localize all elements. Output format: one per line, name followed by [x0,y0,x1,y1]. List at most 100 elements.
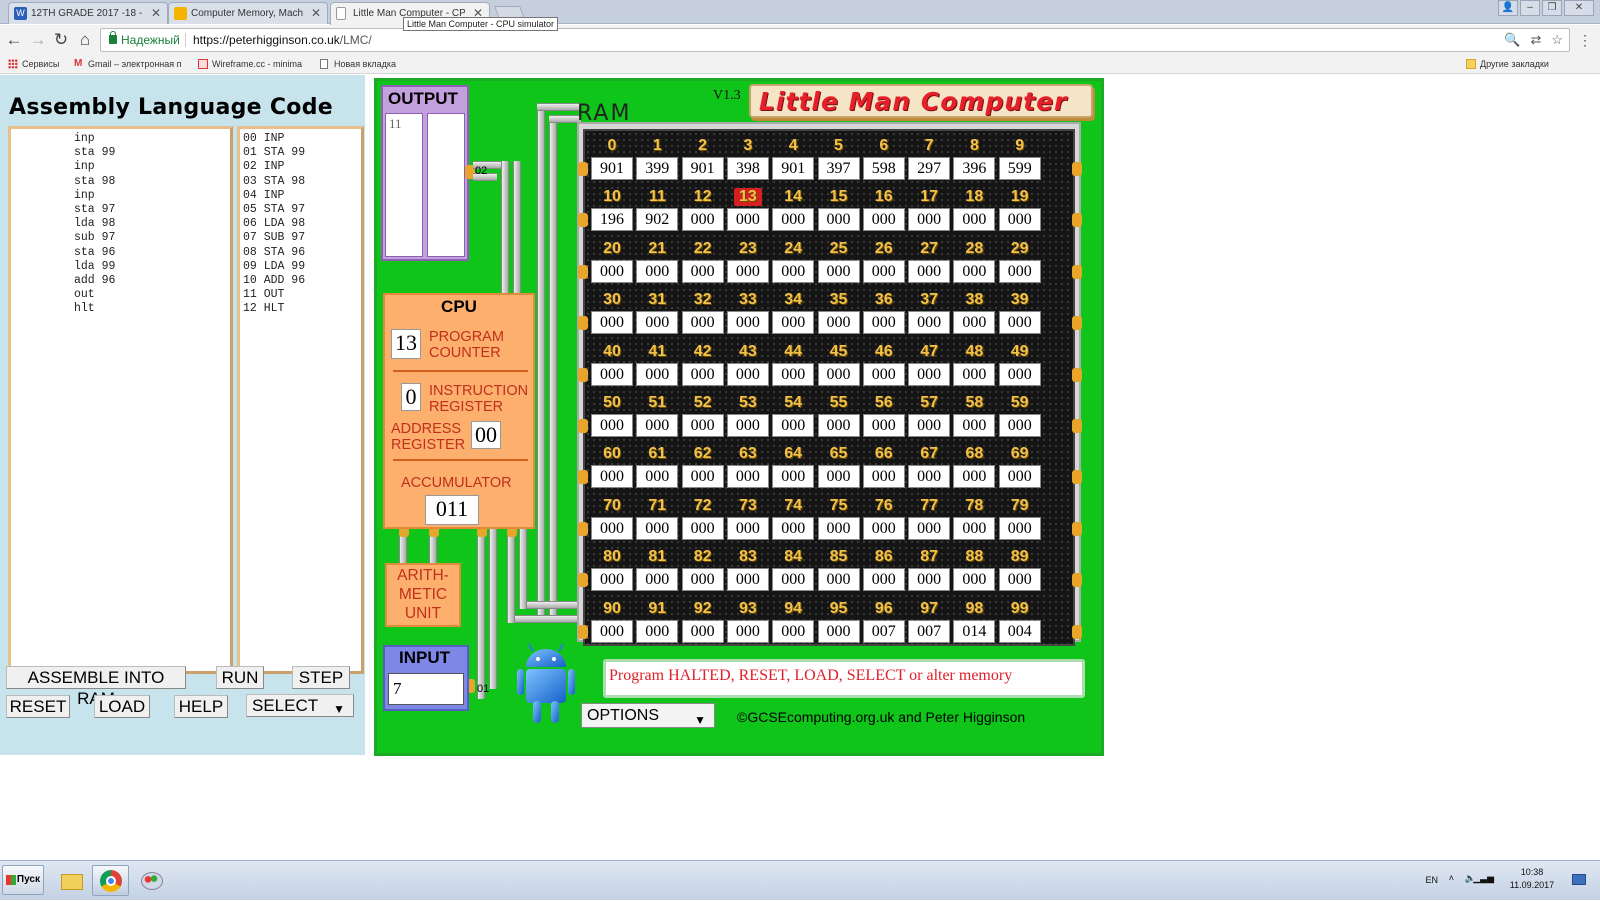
ram-value-field[interactable]: 000 [726,208,769,232]
ram-value-field[interactable]: 901 [591,157,633,180]
ram-value-field[interactable]: 000 [817,362,860,386]
ram-value-field[interactable]: 000 [591,568,633,592]
ram-value-field[interactable]: 000 [817,311,860,335]
ram-value-field[interactable]: 000 [998,362,1041,386]
ram-value-field[interactable]: 000 [998,568,1041,592]
ram-value-field[interactable]: 000 [817,259,860,283]
ram-value-field[interactable]: 000 [817,568,860,592]
ram-value-field[interactable]: 000 [681,311,724,335]
ram-value-field[interactable]: 000 [953,362,996,386]
ram-value-field[interactable]: 000 [681,259,724,283]
ram-value-field[interactable]: 196 [591,208,633,232]
user-icon[interactable]: 👤 [1498,0,1518,16]
ram-value-field[interactable]: 902 [636,208,679,232]
ram-value-field[interactable]: 000 [591,259,633,283]
ram-value-field[interactable]: 007 [908,619,951,643]
ram-value-field[interactable]: 000 [772,259,815,283]
ram-value-field[interactable]: 000 [591,362,633,386]
ram-value-field[interactable]: 000 [726,362,769,386]
ram-value-field[interactable]: 599 [998,157,1041,180]
ram-value-field[interactable]: 000 [636,414,679,437]
ram-value-field[interactable]: 000 [591,311,633,335]
ram-value-field[interactable]: 000 [908,208,951,232]
ram-value-field[interactable]: 000 [862,568,905,592]
home-icon[interactable]: ⌂ [75,30,95,50]
clock-date[interactable]: 11.09.2017 [1502,880,1562,890]
bookmark-star-icon[interactable]: ☆ [1551,29,1563,51]
ram-value-field[interactable]: 007 [862,619,905,643]
ram-value-field[interactable]: 000 [862,414,905,437]
ram-value-field[interactable]: 000 [726,311,769,335]
ram-value-field[interactable]: 014 [953,619,996,643]
tray-expand-icon[interactable]: ˄ [1449,873,1454,883]
network-icon[interactable]: ▁▃▅ [1473,873,1494,884]
ram-value-field[interactable]: 397 [817,157,860,180]
bookmark-gmail[interactable]: M Gmail – электронная п [74,58,182,69]
ram-value-field[interactable]: 000 [998,259,1041,283]
ram-value-field[interactable]: 396 [953,157,996,180]
options-dropdown[interactable]: OPTIONS ▼ [581,703,715,728]
ram-value-field[interactable]: 901 [772,157,815,180]
bookmark-new-tab[interactable]: Новая вкладка [320,59,396,69]
menu-icon[interactable]: ⋮ [1578,32,1592,49]
close-tab-icon[interactable]: ✕ [151,6,161,20]
close-window-button[interactable]: ✕ [1564,0,1594,16]
ram-value-field[interactable]: 000 [772,568,815,592]
ram-value-field[interactable]: 000 [636,362,679,386]
ram-value-field[interactable]: 000 [591,516,633,540]
ram-value-field[interactable]: 000 [772,208,815,232]
ram-value-field[interactable]: 000 [953,516,996,540]
ram-value-field[interactable]: 000 [726,568,769,592]
help-button[interactable]: HELP [174,695,228,718]
bookmark-other[interactable]: Другие закладки [1466,59,1549,69]
ram-value-field[interactable]: 000 [726,414,769,437]
ram-value-field[interactable]: 000 [681,414,724,437]
ram-value-field[interactable]: 000 [953,208,996,232]
ram-value-field[interactable]: 000 [862,516,905,540]
ram-value-field[interactable]: 000 [636,568,679,592]
ram-value-field[interactable]: 000 [772,414,815,437]
ram-value-field[interactable]: 000 [636,259,679,283]
explorer-folder-icon[interactable] [52,865,89,896]
ram-value-field[interactable]: 000 [681,208,724,232]
ram-value-field[interactable]: 000 [862,259,905,283]
ram-value-field[interactable]: 000 [908,362,951,386]
ram-value-field[interactable]: 000 [953,465,996,489]
ram-value-field[interactable]: 000 [998,465,1041,489]
ram-value-field[interactable]: 000 [636,311,679,335]
ram-value-field[interactable]: 000 [591,619,633,643]
language-indicator[interactable]: EN [1425,875,1438,885]
ram-value-field[interactable]: 000 [817,208,860,232]
ram-value-field[interactable]: 000 [908,568,951,592]
ram-value-field[interactable]: 000 [681,619,724,643]
ram-value-field[interactable]: 000 [862,208,905,232]
ram-value-field[interactable]: 297 [908,157,951,180]
run-button[interactable]: RUN [216,666,264,689]
bookmark-wireframe[interactable]: Wireframe.cc - minima [198,59,302,69]
clock-time[interactable]: 10:38 [1502,867,1562,877]
ram-value-field[interactable]: 000 [998,208,1041,232]
forward-arrow-icon[interactable]: → [28,30,48,50]
tab-computer-memory[interactable]: Computer Memory, Machin ✕ [168,2,328,24]
ram-value-field[interactable]: 000 [591,414,633,437]
load-button[interactable]: LOAD [94,695,150,718]
ram-value-field[interactable]: 000 [817,516,860,540]
ram-value-field[interactable]: 598 [862,157,905,180]
ram-value-field[interactable]: 000 [817,465,860,489]
ram-value-field[interactable]: 000 [726,465,769,489]
ram-value-field[interactable]: 000 [817,414,860,437]
ram-value-field[interactable]: 004 [998,619,1041,643]
ram-value-field[interactable]: 000 [681,465,724,489]
ram-value-field[interactable]: 000 [591,465,633,489]
ram-value-field[interactable]: 000 [636,516,679,540]
ram-value-field[interactable]: 000 [998,414,1041,437]
address-bar[interactable]: Надежный https://peterhigginson.co.uk/LM… [100,28,1570,52]
reload-icon[interactable]: ↻ [51,30,71,50]
ram-value-field[interactable]: 000 [772,516,815,540]
ram-value-field[interactable]: 000 [772,465,815,489]
back-arrow-icon[interactable]: ← [4,30,24,50]
step-button[interactable]: STEP [292,666,350,689]
ram-value-field[interactable]: 000 [772,619,815,643]
chrome-icon[interactable] [92,865,129,896]
start-button[interactable]: Пуск [2,865,44,895]
